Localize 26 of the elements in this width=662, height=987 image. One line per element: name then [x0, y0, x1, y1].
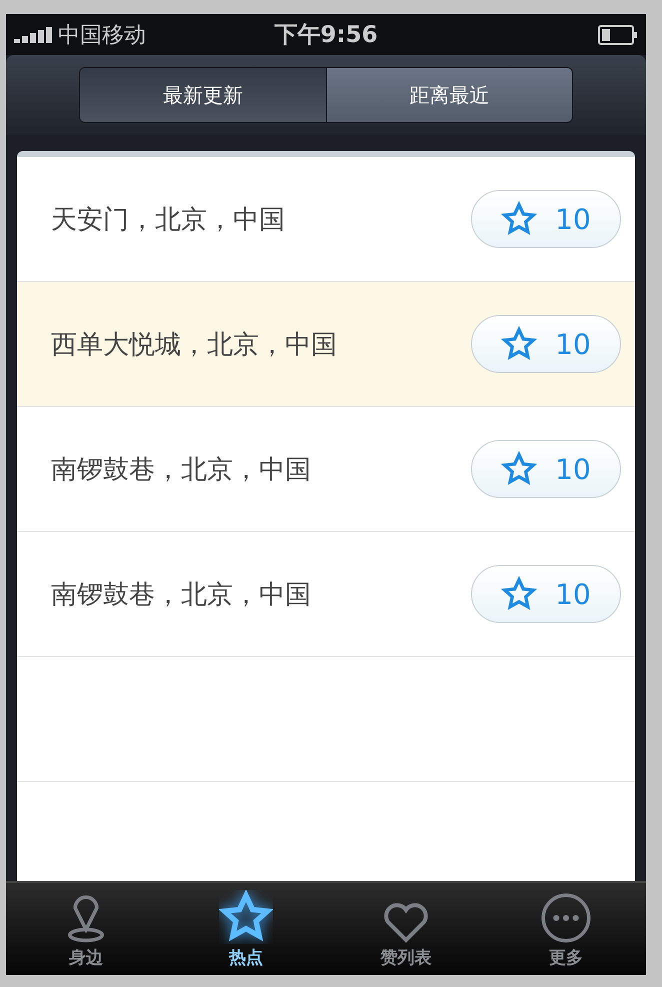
tab-bar-item[interactable]: 热点 — [166, 883, 326, 975]
place-name: 西单大悦城，北京，中国 — [51, 328, 337, 362]
clock-time: 下午9:56 — [274, 21, 378, 50]
tab-bar-item[interactable]: 身边 — [6, 883, 166, 975]
like-button[interactable]: 10 — [471, 440, 621, 498]
place-name: 南锣鼓巷，北京，中国 — [51, 454, 311, 486]
star-icon — [501, 201, 538, 237]
star-icon — [219, 890, 273, 944]
tab-bar-item[interactable]: 赞列表 — [326, 883, 486, 975]
carrier-name: 中国移动 — [58, 22, 146, 50]
signal-icon — [14, 26, 52, 42]
battery-icon — [598, 24, 638, 44]
place-name: 天安门，北京，中国 — [51, 204, 285, 236]
segment-tab[interactable]: 距离最近 — [326, 68, 572, 122]
like-button[interactable]: 10 — [471, 565, 621, 623]
more-icon — [540, 892, 592, 944]
star-icon — [501, 576, 538, 612]
segment-tab[interactable]: 最新更新 — [80, 68, 326, 122]
like-button[interactable]: 10 — [471, 190, 621, 248]
heart-icon — [381, 900, 431, 944]
place-row[interactable]: 西单大悦城，北京，中国 10 — [17, 282, 635, 407]
place-name: 南锣鼓巷，北京，中国 — [51, 578, 311, 612]
star-icon — [501, 326, 538, 362]
tab-bar-item[interactable]: 更多 — [486, 883, 646, 975]
star-icon — [501, 451, 538, 487]
like-button[interactable]: 10 — [471, 315, 621, 373]
